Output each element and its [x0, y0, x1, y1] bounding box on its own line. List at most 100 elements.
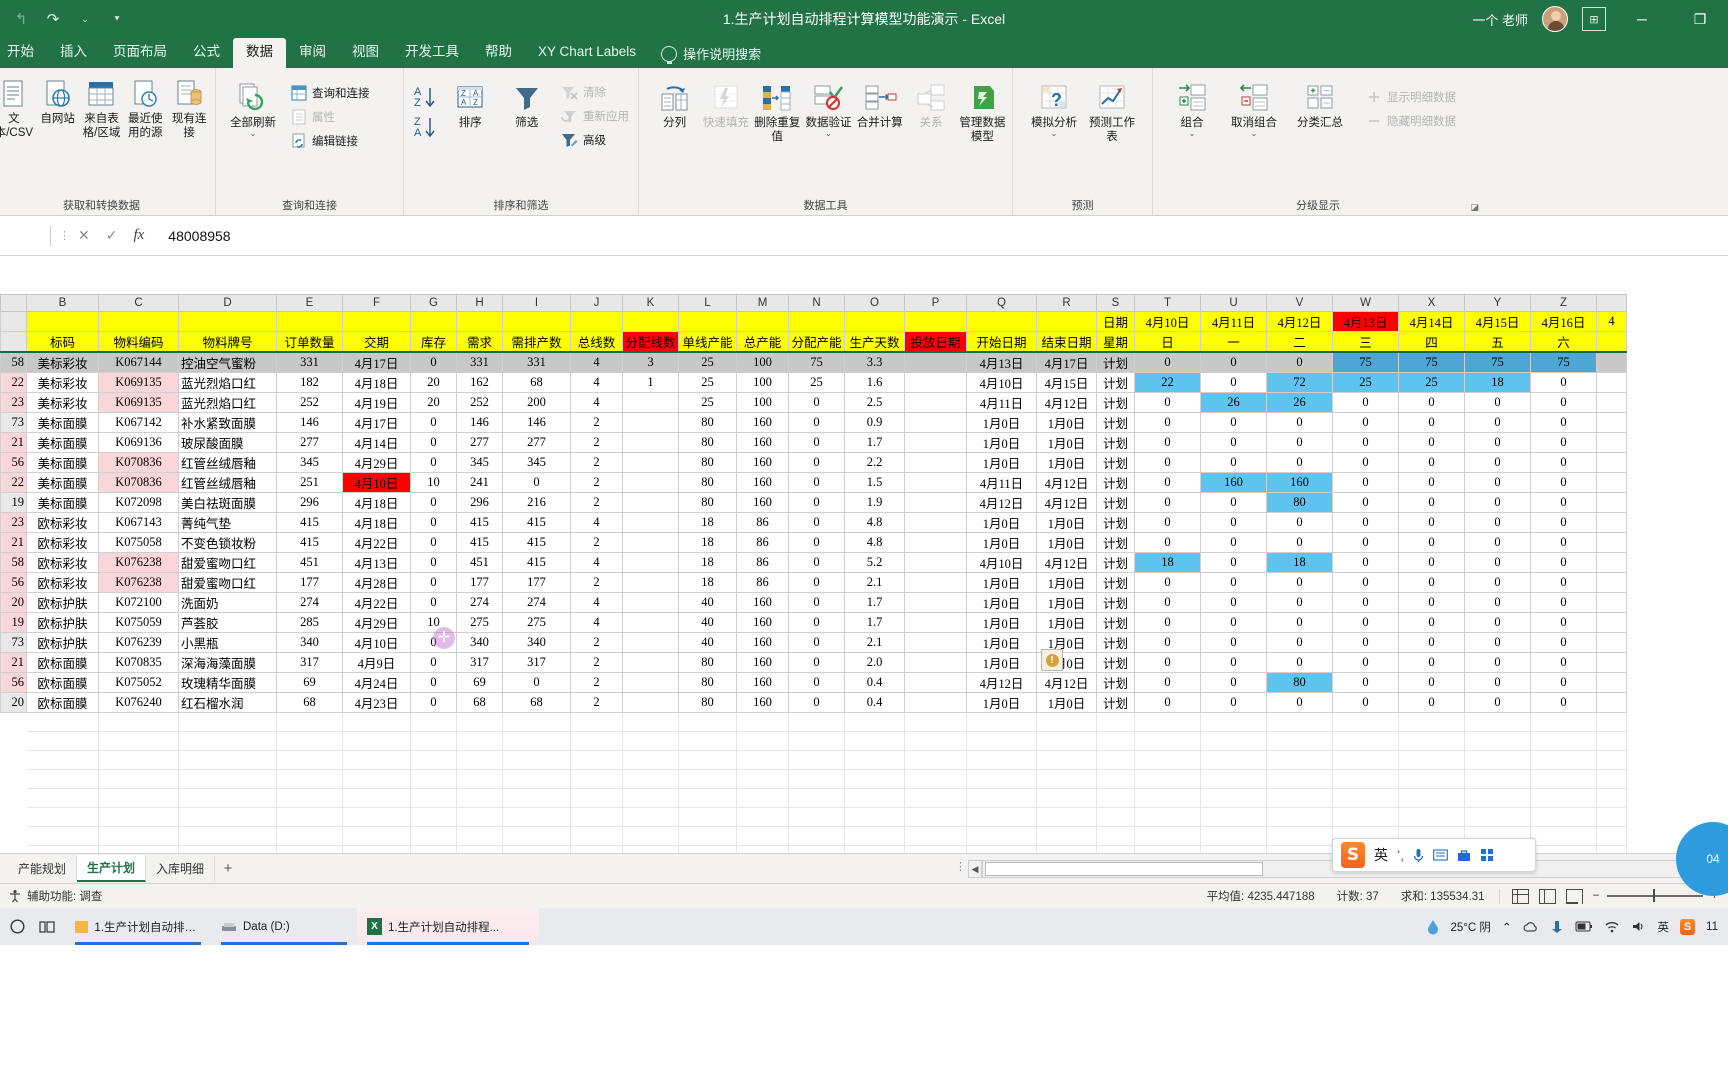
table-cell[interactable]: 0: [1530, 572, 1597, 593]
empty-cell[interactable]: [456, 769, 503, 789]
table-cell[interactable]: 0: [1464, 572, 1531, 593]
table-row[interactable]: 21 欧标面膜 K070835 深海海藻面膜 317 4月9日 0 317 317 2 80 160 0…: [0, 652, 1627, 673]
empty-cell[interactable]: [26, 826, 99, 846]
column-header-S[interactable]: S: [1096, 294, 1135, 312]
table-cell[interactable]: 洗面奶: [178, 592, 277, 613]
table-cell[interactable]: [622, 632, 679, 653]
empty-cell[interactable]: [1200, 788, 1267, 808]
table-cell[interactable]: 146: [276, 412, 343, 433]
table-cell[interactable]: 72: [1266, 372, 1333, 393]
table-cell[interactable]: 160: [736, 432, 789, 453]
table-cell[interactable]: 0: [1398, 652, 1465, 673]
page-layout-view-button[interactable]: [1538, 888, 1556, 904]
table-cell[interactable]: 86: [736, 552, 789, 573]
table-cell[interactable]: K069135: [98, 372, 179, 393]
table-row[interactable]: 23 美标彩妆 K069135 蓝光烈焰口红 252 4月19日 20 252 200 4 25 10…: [0, 392, 1627, 413]
empty-cell[interactable]: [1134, 750, 1201, 770]
table-cell[interactable]: 0: [788, 532, 845, 553]
table-cell[interactable]: 18: [1134, 552, 1201, 573]
empty-cell[interactable]: [622, 731, 679, 751]
table-cell[interactable]: 控油空气蜜粉: [178, 351, 277, 373]
empty-cell[interactable]: [1036, 788, 1097, 808]
table-cell[interactable]: 277: [276, 432, 343, 453]
sheet-tab-production-plan[interactable]: 生产计划: [77, 855, 147, 882]
empty-cell[interactable]: [0, 788, 27, 808]
table-cell[interactable]: 69: [276, 672, 343, 693]
table-cell[interactable]: 4月12日: [1036, 492, 1097, 513]
table-cell[interactable]: 0: [1530, 512, 1597, 533]
table-cell[interactable]: K067142: [98, 412, 179, 433]
table-cell[interactable]: 80: [678, 452, 737, 473]
row-header[interactable]: 19: [0, 492, 27, 513]
table-cell[interactable]: 0: [1134, 351, 1201, 373]
ribbon-button-manage-data-model[interactable]: 管理数据模型: [958, 77, 1007, 147]
empty-cell[interactable]: [570, 731, 623, 751]
ribbon-button-subtotal[interactable]: 分类汇总: [1288, 77, 1352, 133]
empty-cell[interactable]: [1530, 845, 1597, 853]
empty-cell[interactable]: [1134, 712, 1201, 732]
empty-cell[interactable]: [570, 807, 623, 827]
table-row[interactable]: 21 欧标彩妆 K075058 不变色锁妆粉 415 4月22日 0 415 415 2 18 86 0…: [0, 532, 1627, 553]
tab-page-layout[interactable]: 页面布局: [100, 38, 180, 68]
table-cell[interactable]: 0: [1134, 392, 1201, 413]
empty-cell[interactable]: [410, 826, 457, 846]
table-cell[interactable]: [1596, 552, 1627, 573]
table-cell[interactable]: [1596, 372, 1627, 393]
empty-cell[interactable]: [26, 788, 99, 808]
empty-cell[interactable]: [98, 826, 179, 846]
empty-cell[interactable]: [966, 788, 1037, 808]
table-cell[interactable]: [1596, 452, 1627, 473]
tell-me-search[interactable]: 操作说明搜索: [661, 44, 761, 68]
empty-cell[interactable]: [276, 826, 343, 846]
table-cell[interactable]: 0: [1200, 572, 1267, 593]
table-cell[interactable]: 0: [1464, 392, 1531, 413]
empty-cell[interactable]: [1096, 826, 1135, 846]
table-cell[interactable]: 1月0日: [1036, 432, 1097, 453]
table-cell[interactable]: 2: [570, 532, 623, 553]
empty-cell[interactable]: [502, 750, 571, 770]
empty-cell[interactable]: [1096, 788, 1135, 808]
empty-cell[interactable]: [788, 807, 845, 827]
table-cell[interactable]: 0: [788, 432, 845, 453]
table-cell[interactable]: 0: [410, 692, 457, 713]
empty-cell[interactable]: [342, 712, 411, 732]
table-cell[interactable]: 80: [1266, 672, 1333, 693]
table-cell[interactable]: 0: [1200, 412, 1267, 433]
ribbon-button-advanced[interactable]: 高级: [556, 128, 633, 152]
table-row[interactable]: 58 欧标彩妆 K076238 甜爱蜜吻口红 451 4月13日 0 451 415 4 18 86 0…: [0, 552, 1627, 573]
empty-cell[interactable]: [678, 788, 737, 808]
table-cell[interactable]: [622, 612, 679, 633]
empty-cell[interactable]: [736, 731, 789, 751]
empty-cell[interactable]: [26, 731, 99, 751]
row-header[interactable]: 21: [0, 652, 27, 673]
chevron-down-icon[interactable]: ⌄: [1251, 130, 1258, 138]
empty-cell[interactable]: [342, 750, 411, 770]
empty-cell[interactable]: [570, 845, 623, 853]
empty-cell[interactable]: [0, 750, 27, 770]
empty-cell[interactable]: [1332, 712, 1399, 732]
table-cell[interactable]: 25: [1332, 372, 1399, 393]
table-cell[interactable]: 补水紧致面膜: [178, 412, 277, 433]
table-cell[interactable]: 甜爱蜜吻口红: [178, 572, 277, 593]
empty-cell[interactable]: [678, 769, 737, 789]
table-cell[interactable]: 415: [456, 512, 503, 533]
table-cell[interactable]: [622, 572, 679, 593]
table-cell[interactable]: 1月0日: [1036, 692, 1097, 713]
empty-cell[interactable]: [1134, 826, 1201, 846]
empty-cell[interactable]: [1464, 750, 1531, 770]
table-row[interactable]: 22 美标面膜 K070836 红管丝绒唇釉 251 4月10日 10 241 0 2 80 160 0…: [0, 472, 1627, 493]
table-cell[interactable]: [622, 392, 679, 413]
empty-cell[interactable]: [1134, 769, 1201, 789]
table-cell[interactable]: 274: [502, 592, 571, 613]
table-cell[interactable]: 甜爱蜜吻口红: [178, 552, 277, 573]
ribbon-button-existing-connections[interactable]: 现有连接: [168, 73, 210, 143]
empty-cell[interactable]: [904, 750, 967, 770]
sogou-tray-icon[interactable]: S: [1680, 918, 1696, 935]
table-cell[interactable]: 0: [1332, 412, 1399, 433]
column-header-U[interactable]: U: [1200, 294, 1267, 312]
table-cell[interactable]: 160: [736, 692, 789, 713]
table-cell[interactable]: 0: [410, 652, 457, 673]
empty-cell[interactable]: [1596, 788, 1627, 808]
table-cell[interactable]: 0: [410, 632, 457, 653]
table-cell[interactable]: 86: [736, 532, 789, 553]
